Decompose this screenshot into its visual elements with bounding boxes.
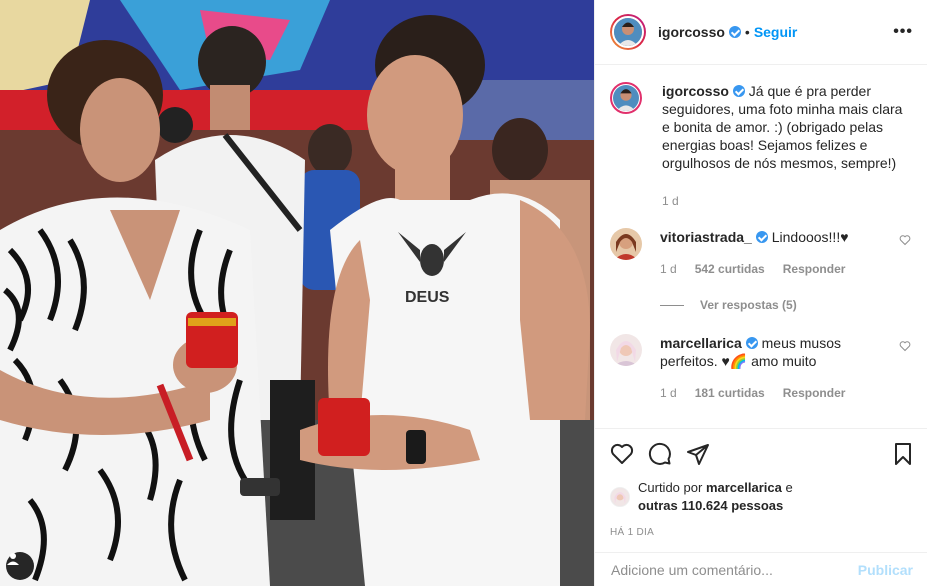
separator-dot: • <box>744 24 750 40</box>
post-side-panel: igorcosso • Seguir ••• igorcosso Já que … <box>594 0 927 586</box>
bookmark-icon[interactable] <box>891 442 915 466</box>
user-tags-button[interactable] <box>6 552 34 580</box>
verified-badge-icon <box>745 337 758 349</box>
photo-illustration: DEUS <box>0 0 594 586</box>
liked-by-connector: e <box>785 480 793 495</box>
heart-icon[interactable] <box>610 442 634 466</box>
caption-username[interactable]: igorcosso <box>662 83 729 99</box>
comment-icon[interactable] <box>648 442 672 466</box>
view-replies-label: Ver respostas (5) <box>700 298 797 312</box>
caption-age[interactable]: 1 d <box>662 192 679 210</box>
verified-badge-icon <box>728 26 741 38</box>
follow-button[interactable]: Seguir <box>754 24 798 40</box>
caption-avatar[interactable] <box>610 82 642 114</box>
commenter-avatar-image <box>610 228 642 260</box>
more-options-button[interactable]: ••• <box>893 23 913 41</box>
commenter-avatar-image <box>610 334 642 366</box>
post-actions: Curtido por marcellarica e outras 110.62… <box>595 428 927 538</box>
post-photo[interactable]: DEUS <box>0 0 594 586</box>
author-avatar[interactable] <box>610 14 646 50</box>
comment-text: Lindooos!!!♥ <box>771 229 849 245</box>
commenter-username[interactable]: marcellarica <box>660 335 742 351</box>
liked-by-others[interactable]: outras 110.624 pessoas <box>638 498 783 513</box>
comment-like-heart-icon[interactable] <box>899 234 911 246</box>
caption-avatar-image <box>613 85 639 111</box>
commenter-username[interactable]: vitoriastrada_ <box>660 229 752 245</box>
liked-by-user[interactable]: marcellarica <box>706 480 782 495</box>
commenter-avatar[interactable] <box>610 228 642 260</box>
comments-list[interactable]: igorcosso Já que é pra perder seguidores… <box>595 66 927 428</box>
verified-badge-icon <box>755 231 768 243</box>
caption: igorcosso Já que é pra perder seguidores… <box>610 82 911 210</box>
comment-like-heart-icon[interactable] <box>899 340 911 352</box>
publish-button[interactable]: Publicar <box>858 562 913 578</box>
user-icon <box>7 553 19 565</box>
comment-item: marcellarica meus musos perfeitos. ♥🌈 am… <box>610 334 911 402</box>
post-date[interactable]: HÁ 1 DIA <box>610 527 915 538</box>
author-avatar-image <box>614 18 642 46</box>
add-comment-input[interactable] <box>611 561 858 578</box>
liked-by-prefix: Curtido por <box>638 480 703 495</box>
view-replies-button[interactable]: Ver respostas (5) <box>660 298 911 312</box>
replies-divider <box>660 304 684 306</box>
reply-button[interactable]: Responder <box>783 260 846 278</box>
commenter-avatar[interactable] <box>610 334 642 366</box>
liker-avatar[interactable] <box>610 487 630 507</box>
post-header: igorcosso • Seguir ••• <box>595 0 927 65</box>
comment-likes[interactable]: 181 curtidas <box>695 384 765 402</box>
comment-age[interactable]: 1 d <box>660 260 677 278</box>
comment-age[interactable]: 1 d <box>660 384 677 402</box>
svg-text:DEUS: DEUS <box>405 289 450 306</box>
comment-likes[interactable]: 542 curtidas <box>695 260 765 278</box>
comment-item: vitoriastrada_ Lindooos!!!♥ 1 d 542 curt… <box>610 228 911 278</box>
likes-summary: Curtido por marcellarica e outras 110.62… <box>610 479 915 515</box>
paper-plane-icon[interactable] <box>686 442 710 466</box>
add-comment-bar: Publicar <box>595 552 927 586</box>
author-username[interactable]: igorcosso <box>658 24 725 40</box>
liker-avatar-image <box>611 488 629 506</box>
reply-button[interactable]: Responder <box>783 384 846 402</box>
verified-badge-icon <box>732 85 745 97</box>
